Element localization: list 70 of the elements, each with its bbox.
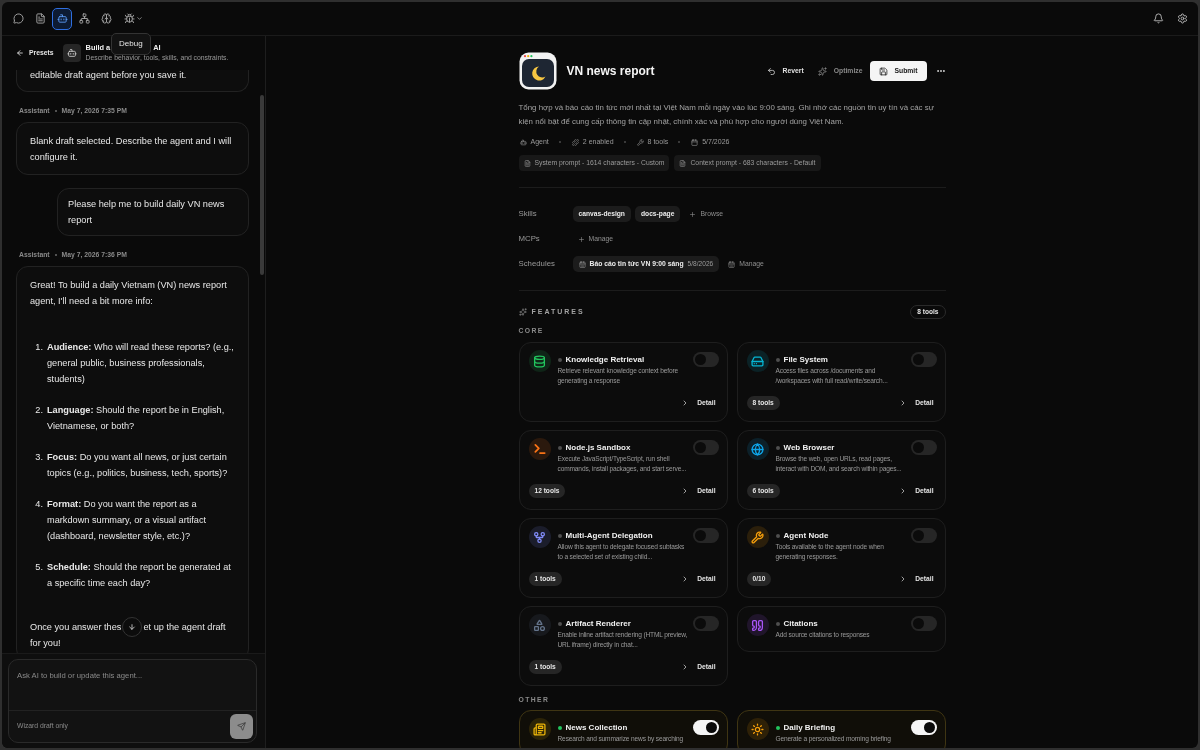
save-icon [879, 66, 889, 76]
list-item-text: Focus: Do you want all news, or just certain topics (e.g., politics, business, tech, sports)? [47, 451, 229, 480]
calendar-icon [728, 260, 736, 268]
notification-bell-icon[interactable] [1153, 13, 1164, 24]
sparkles-icon [817, 66, 827, 76]
message-text: et up the agent draft [143, 621, 226, 634]
message-text: Blank draft selected. Describe the agent and I will configure it. [30, 135, 233, 164]
toolbar-button[interactable] [52, 7, 72, 30]
chat-bubble-icon [12, 13, 24, 24]
sparkles-icon [518, 308, 527, 316]
toggle-switch[interactable] [692, 352, 719, 367]
toggle-switch[interactable] [910, 440, 937, 455]
calendar-icon [691, 138, 699, 146]
bot-icon [62, 44, 81, 62]
send-button[interactable] [230, 714, 253, 739]
list-item-text: Language: Should the report be in English, Vietnamese, or both? [47, 404, 226, 433]
message-text: for you! [30, 637, 62, 650]
tooltip: Debug [111, 33, 151, 55]
document-icon [523, 159, 531, 167]
network-icon [78, 13, 90, 24]
list-item-text: Audience: Who will read these reports? (e.g., general public, business professionals, students) [47, 341, 235, 386]
list-item-text: Format: Do you want the report as a markdown summary, or a visual artifact (dashboard, newsletter style, etc.)? [47, 498, 208, 543]
scroll-down-button[interactable] [122, 617, 143, 637]
toggle-switch[interactable] [692, 528, 719, 543]
toggle-switch[interactable] [692, 440, 719, 455]
feature-title: Agent Node [783, 530, 829, 542]
agent-title: VN news report [566, 63, 655, 80]
toggle-switch[interactable] [692, 720, 719, 735]
send-icon [237, 722, 246, 731]
toggle-switch[interactable] [692, 616, 719, 631]
bug-icon [123, 13, 135, 24]
document-icon [34, 13, 46, 24]
settings-icon[interactable] [1177, 13, 1188, 24]
plus-icon [689, 210, 697, 218]
feature-title: File System [783, 354, 828, 366]
plus-icon [577, 235, 585, 243]
document-icon [679, 159, 687, 167]
feature-title: Artifact Renderer [565, 618, 631, 630]
list-item-text: Schedule: Should the report be generated at a specific time each day? [47, 561, 232, 590]
feature-title: Knowledge Retrieval [565, 354, 645, 366]
calendar-icon [578, 260, 586, 268]
wrench-icon [636, 138, 644, 146]
list-number: 1. [34, 341, 44, 354]
list-number: 5. [34, 561, 44, 574]
brain-icon [100, 13, 112, 24]
list-number: 4. [34, 498, 44, 511]
feature-title: News Collection [565, 722, 628, 734]
message-text: Once you answer thes [30, 621, 122, 634]
toggle-switch[interactable] [910, 528, 937, 543]
back-arrow-icon [16, 49, 24, 57]
bot-icon [519, 138, 527, 146]
toggle-switch[interactable] [910, 352, 937, 367]
message-text: Great! To build a daily Vietnam (VN) news report agent, I'll need a bit more info: [30, 279, 228, 308]
feature-title: Web Browser [783, 442, 835, 454]
list-number: 2. [34, 404, 44, 417]
feature-title: Daily Briefing [783, 722, 836, 734]
toggle-switch[interactable] [910, 616, 937, 631]
bot-icon [56, 13, 68, 24]
toggle-switch[interactable] [910, 720, 937, 735]
list-number: 3. [34, 451, 44, 464]
undo-icon [766, 66, 776, 76]
message-text: Please help me to build daily VN news report [68, 198, 226, 227]
feature-title: Citations [783, 618, 818, 630]
message-text: editable draft agent before you save it. [30, 70, 188, 82]
feature-title: Multi-Agent Delegation [565, 530, 653, 542]
moon-app-icon [518, 52, 557, 90]
feature-title: Node.js Sandbox [565, 442, 631, 454]
puzzle-icon [571, 138, 579, 146]
caret-icon [135, 15, 143, 22]
arrow-down-icon [128, 623, 137, 631]
